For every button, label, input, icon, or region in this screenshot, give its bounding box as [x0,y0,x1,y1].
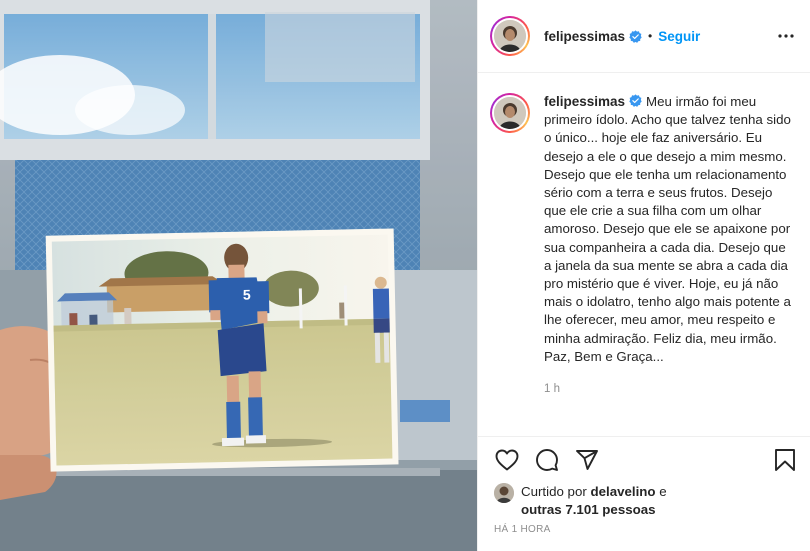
more-options-icon[interactable] [776,26,796,46]
actions-section: Curtido por delavelino e outras 7.101 pe… [478,436,810,519]
likes-middle: e [655,484,667,499]
caption-username[interactable]: felipessimas [544,94,625,109]
likes-summary: Curtido por delavelino e outras 7.101 pe… [478,483,810,519]
caption-time[interactable]: 1 h [544,380,794,398]
post-photo[interactable]: 5 [0,0,477,551]
caption-avatar[interactable] [490,93,530,133]
comment-icon[interactable] [534,447,560,473]
post-timestamp[interactable]: HÁ 1 HORA [494,524,551,535]
likes-prefix: Curtido por [521,484,591,499]
verified-badge-icon [629,94,642,107]
verified-badge-icon [629,29,642,43]
caption-section: felipessimas Meu irmão foi meu primeiro … [478,74,810,436]
photo-illustration: 5 [0,0,477,551]
likes-others[interactable]: outras 7.101 pessoas [521,502,656,517]
post-header: felipessimas • Seguir [478,0,810,73]
avatar-image [494,97,526,129]
header-separator: • [648,29,653,43]
author-avatar[interactable] [490,16,530,56]
liker-avatar[interactable] [494,483,514,503]
likes-text: Curtido por delavelino e outras 7.101 pe… [521,483,667,519]
caption-text: Meu irmão foi meu primeiro ídolo. Acho q… [544,94,791,364]
liker-username[interactable]: delavelino [590,484,655,499]
share-icon[interactable] [574,447,600,473]
caption: felipessimas Meu irmão foi meu primeiro … [544,93,794,436]
avatar-image [494,20,526,52]
post-side-panel: felipessimas • Seguir felipessimas Meu i… [477,0,810,551]
instagram-post: 5 felipessimas • Seguir felipessimas Meu… [0,0,810,551]
author-username[interactable]: felipessimas [544,29,625,44]
bookmark-icon[interactable] [772,447,798,473]
follow-button[interactable]: Seguir [658,29,700,44]
heart-icon[interactable] [494,447,520,473]
action-bar [478,437,810,483]
